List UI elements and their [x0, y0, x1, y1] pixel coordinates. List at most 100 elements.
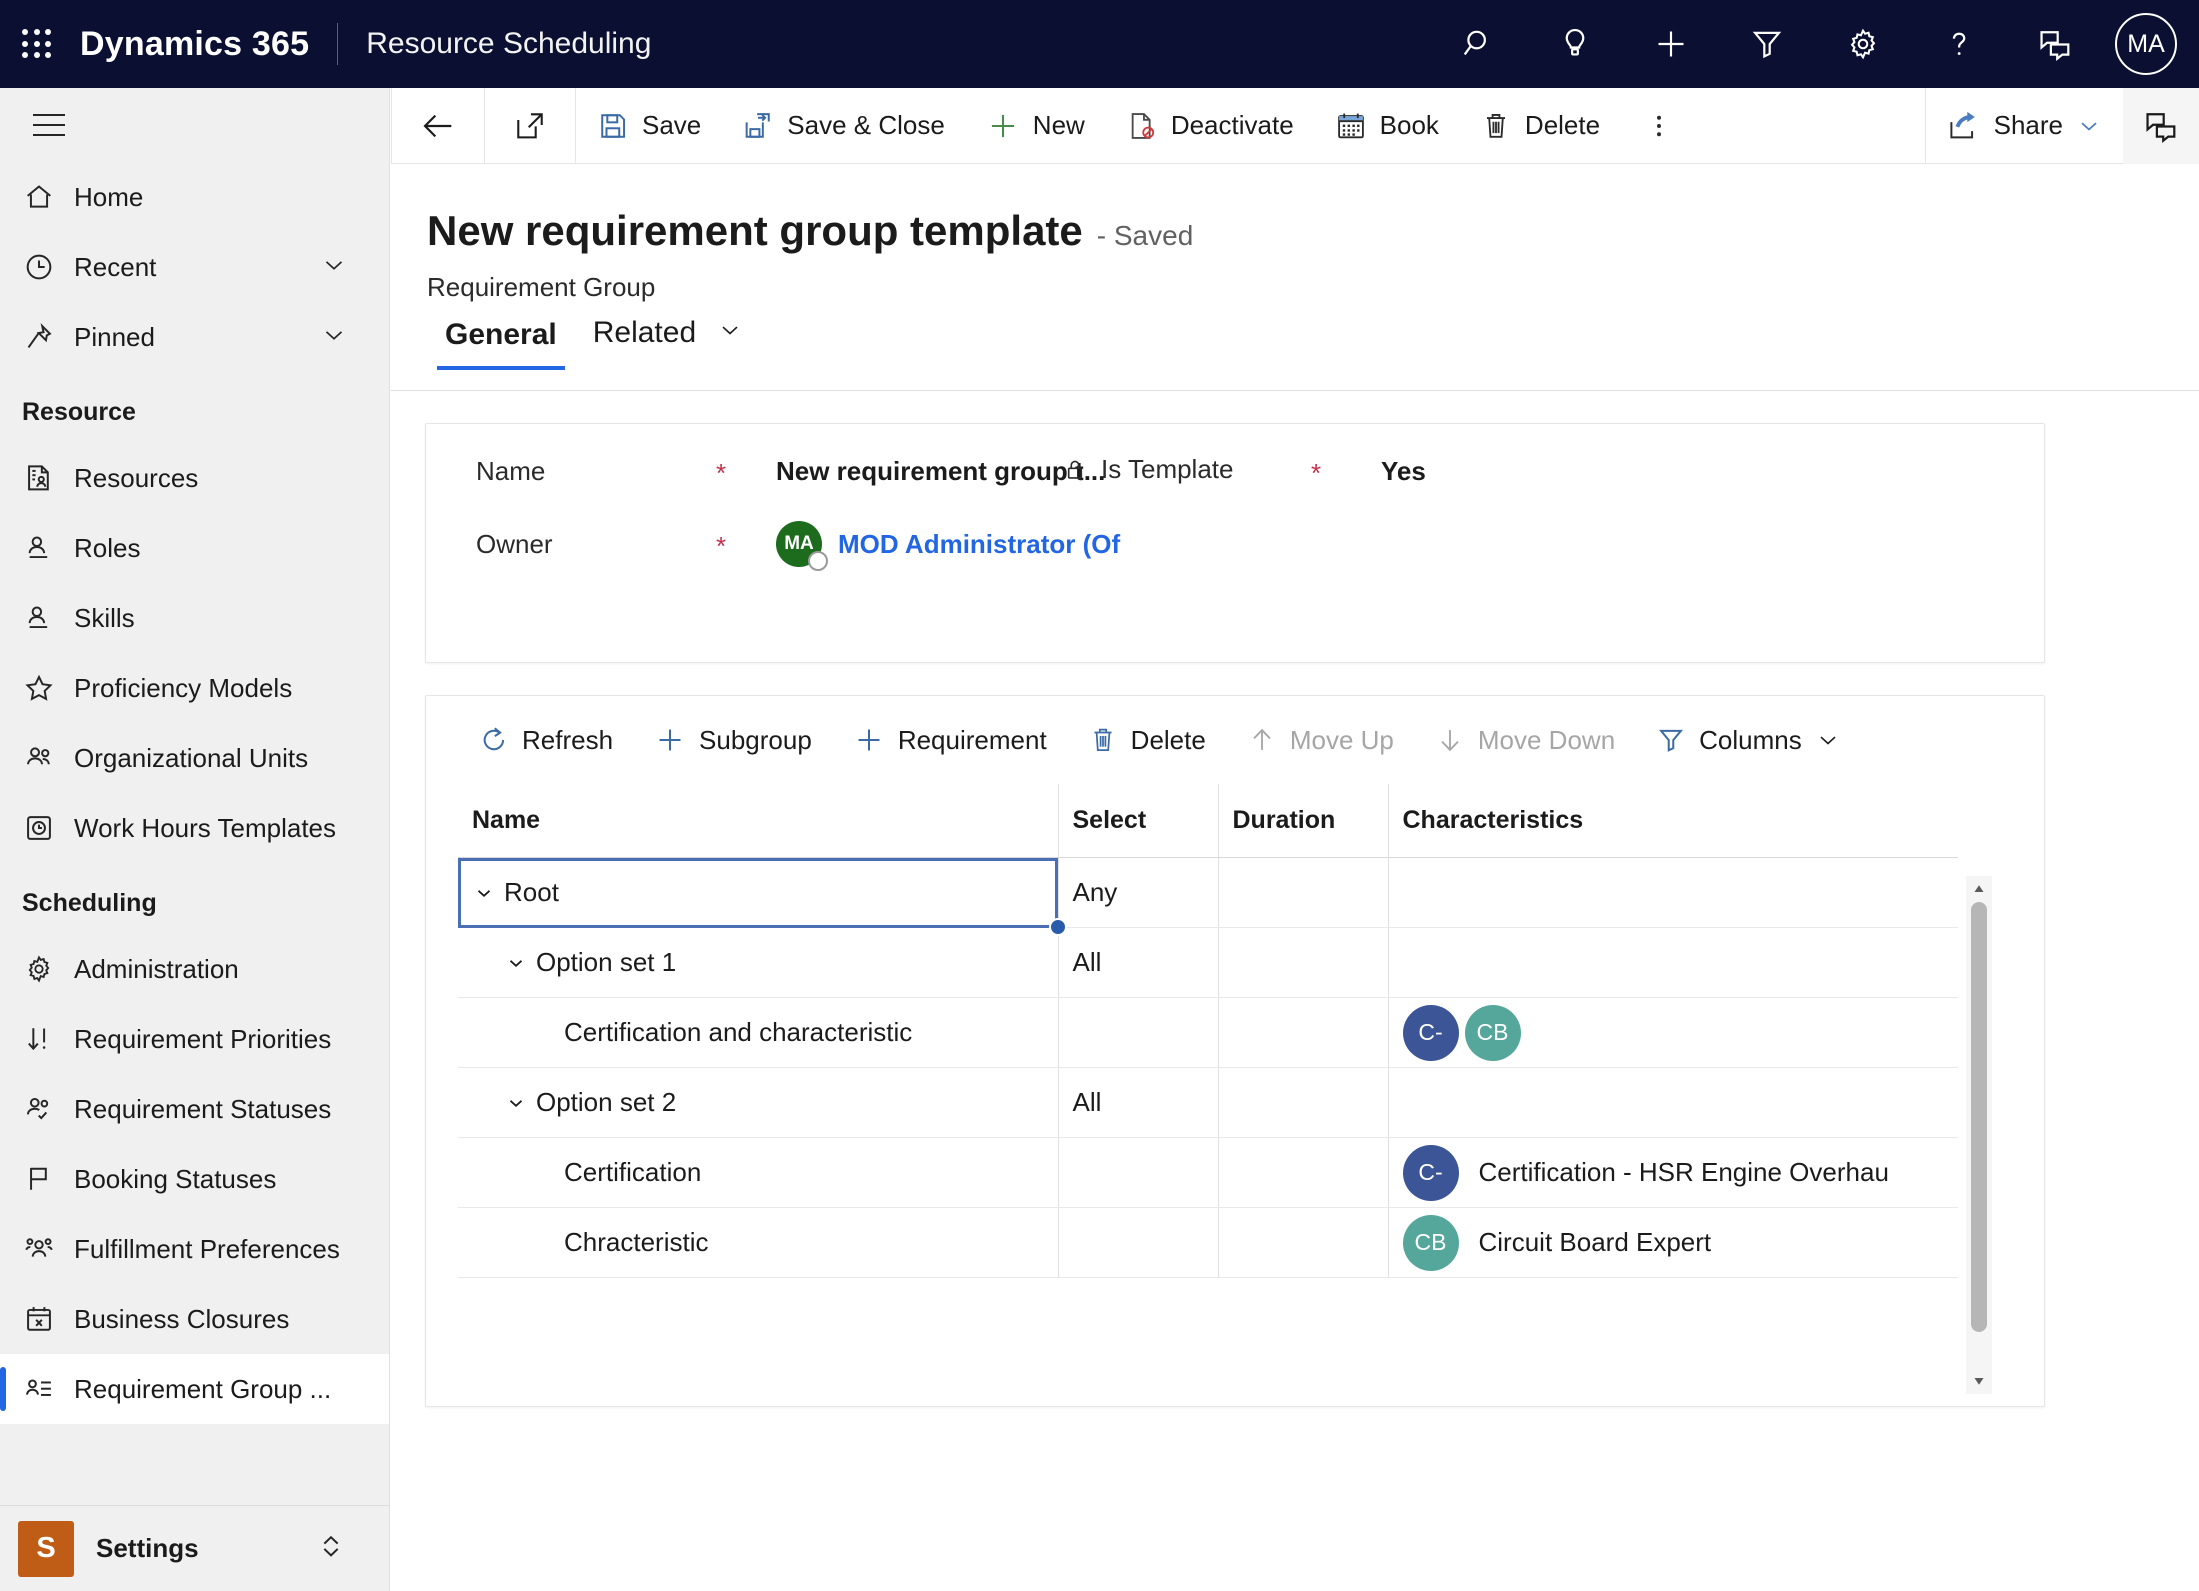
chevron-down-icon[interactable] [472, 881, 498, 905]
cell-select[interactable] [1057, 1207, 1218, 1278]
save-and-close-button[interactable]: Save & Close [721, 88, 965, 164]
cell-select[interactable] [1057, 997, 1218, 1068]
settings-area-switcher[interactable]: S Settings [0, 1505, 389, 1591]
table-row[interactable]: Certification C- Certification - HSR Eng… [458, 1137, 1958, 1208]
cell-characteristics[interactable]: C- CB [1387, 997, 1958, 1068]
sidebar-item-organizational-units[interactable]: Organizational Units [0, 723, 389, 793]
delete-row-button[interactable]: Delete [1067, 712, 1226, 768]
chevron-down-icon[interactable] [1814, 726, 1842, 754]
table-row[interactable]: Chracteristic CB Circuit Board Expert [458, 1207, 1958, 1278]
tab-related[interactable]: Related [575, 316, 763, 370]
cell-select[interactable]: Any [1057, 857, 1218, 928]
sidebar-item-pinned[interactable]: Pinned [0, 302, 389, 372]
refresh-button[interactable]: Refresh [458, 712, 633, 768]
back-arrow-icon[interactable] [392, 88, 484, 164]
sidebar-item-work-hours-templates[interactable]: Work Hours Templates [0, 793, 389, 863]
cell-name[interactable]: Certification and characteristic [458, 997, 1058, 1068]
sidebar-item-administration[interactable]: Administration [0, 934, 389, 1004]
gear-icon[interactable] [1815, 0, 1911, 88]
cell-duration[interactable] [1217, 1067, 1388, 1138]
move-down-button[interactable]: Move Down [1414, 712, 1635, 768]
sidebar-item-roles[interactable]: Roles [0, 513, 389, 583]
avatar[interactable]: MA [2115, 13, 2177, 75]
is-template-field[interactable]: Yes [1381, 456, 1426, 487]
sidebar-item-proficiency-models[interactable]: Proficiency Models [0, 653, 389, 723]
cell-characteristics[interactable]: CB Circuit Board Expert [1387, 1207, 1958, 1278]
chevron-down-icon[interactable] [504, 951, 530, 975]
table-row[interactable]: Option set 1 All [458, 927, 1958, 998]
scroll-down-arrow-icon[interactable] [1970, 1368, 1988, 1394]
sidebar-item-home[interactable]: Home [0, 162, 389, 232]
sidebar-item-fulfillment-preferences[interactable]: Fulfillment Preferences [0, 1214, 389, 1284]
chevron-down-icon[interactable] [319, 320, 349, 355]
sidebar-item-booking-statuses[interactable]: Booking Statuses [0, 1144, 389, 1214]
column-header-name[interactable]: Name [458, 784, 1058, 858]
feedback-icon[interactable] [2007, 0, 2103, 88]
add-subgroup-button[interactable]: Subgroup [633, 712, 832, 768]
cell-characteristics[interactable] [1387, 857, 1958, 928]
new-button[interactable]: New [965, 88, 1105, 164]
book-button[interactable]: Book [1314, 88, 1459, 164]
lightbulb-icon[interactable] [1527, 0, 1623, 88]
feedback-icon[interactable] [2123, 87, 2199, 164]
cell-select[interactable] [1057, 1137, 1218, 1208]
cell-characteristics[interactable] [1387, 927, 1958, 998]
table-row[interactable]: Root Any [458, 857, 1958, 936]
hamburger-menu-icon[interactable] [14, 88, 84, 162]
columns-button[interactable]: Columns [1635, 712, 1862, 768]
app-name[interactable]: Resource Scheduling [366, 27, 651, 61]
characteristic-chip[interactable]: CB [1464, 1004, 1521, 1061]
cell-name[interactable]: Root [458, 857, 1067, 936]
sidebar-item-requirement-group-templates[interactable]: Requirement Group ... [0, 1354, 389, 1424]
brand-title[interactable]: Dynamics 365 [80, 25, 309, 64]
sidebar-item-resources[interactable]: Resources [0, 443, 389, 513]
characteristic-chip[interactable]: CB [1402, 1214, 1459, 1271]
sidebar-item-skills[interactable]: Skills [0, 583, 389, 653]
cell-characteristics[interactable]: C- Certification - HSR Engine Overhau [1387, 1137, 1958, 1208]
add-requirement-button[interactable]: Requirement [832, 712, 1067, 768]
name-field[interactable]: New requirement group t... [776, 456, 1105, 487]
characteristic-chip[interactable]: C- [1402, 1004, 1459, 1061]
owner-field[interactable]: MA MOD Administrator (Of [776, 521, 1120, 571]
cell-select[interactable]: All [1057, 927, 1218, 998]
help-icon[interactable] [1911, 0, 2007, 88]
more-vertical-icon[interactable] [1620, 88, 1698, 164]
cell-duration[interactable] [1217, 927, 1388, 998]
save-button[interactable]: Save [576, 88, 721, 164]
scrollbar-track[interactable] [1966, 902, 1992, 1368]
share-button[interactable]: Share [1926, 88, 2123, 164]
chevron-down-icon[interactable] [504, 1091, 530, 1115]
delete-button[interactable]: Delete [1459, 88, 1620, 164]
filter-icon[interactable] [1719, 0, 1815, 88]
cell-characteristics[interactable] [1387, 1067, 1958, 1138]
cell-name[interactable]: Certification [458, 1137, 1058, 1208]
column-header-duration[interactable]: Duration [1217, 784, 1388, 858]
cell-name[interactable]: Option set 2 [458, 1067, 1058, 1138]
scrollbar-thumb[interactable] [1971, 902, 1987, 1332]
sidebar-item-requirement-statuses[interactable]: Requirement Statuses [0, 1074, 389, 1144]
characteristic-chip[interactable]: C- [1402, 1144, 1459, 1201]
scroll-up-arrow-icon[interactable] [1970, 876, 1988, 902]
sidebar-item-business-closures[interactable]: Business Closures [0, 1284, 389, 1354]
grid-vertical-scrollbar[interactable] [1966, 876, 1992, 1394]
tab-general[interactable]: General [427, 318, 575, 371]
chevron-down-icon[interactable] [319, 250, 349, 285]
chevron-down-icon[interactable] [716, 316, 744, 352]
cell-duration[interactable] [1217, 997, 1388, 1068]
table-row[interactable]: Certification and characteristic C- CB [458, 997, 1958, 1068]
sidebar-item-requirement-priorities[interactable]: Requirement Priorities [0, 1004, 389, 1074]
table-row[interactable]: Option set 2 All [458, 1067, 1958, 1138]
cell-duration[interactable] [1217, 857, 1388, 928]
chevron-updown-icon[interactable] [315, 1530, 347, 1567]
plus-icon[interactable] [1623, 0, 1719, 88]
column-header-characteristics[interactable]: Characteristics [1387, 784, 1958, 858]
cell-name[interactable]: Option set 1 [458, 927, 1058, 998]
cell-select[interactable]: All [1057, 1067, 1218, 1138]
chevron-down-icon[interactable] [2075, 112, 2103, 140]
cell-duration[interactable] [1217, 1207, 1388, 1278]
sidebar-item-recent[interactable]: Recent [0, 232, 389, 302]
open-in-new-icon[interactable] [485, 88, 575, 164]
search-icon[interactable] [1431, 0, 1527, 88]
column-header-select[interactable]: Select [1057, 784, 1218, 858]
move-up-button[interactable]: Move Up [1226, 712, 1414, 768]
